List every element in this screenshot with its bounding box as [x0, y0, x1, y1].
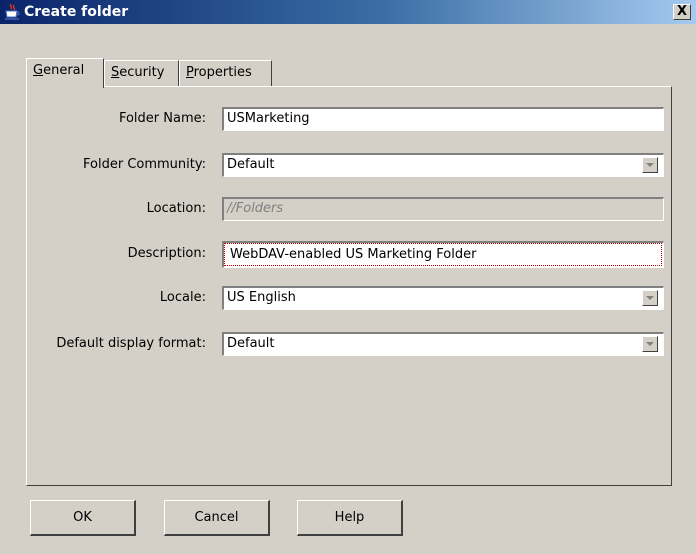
ok-button[interactable]: OK	[30, 500, 136, 536]
general-tab-panel	[26, 86, 672, 486]
help-button[interactable]: Help	[297, 500, 403, 536]
tab-properties-mnemonic: P	[186, 65, 194, 80]
close-icon: X	[676, 4, 688, 19]
title-bar[interactable]: Create folder X	[0, 0, 696, 24]
window-title: Create folder	[24, 4, 129, 20]
tab-general-label: eneral	[43, 63, 85, 78]
close-button[interactable]: X	[673, 4, 691, 20]
create-folder-dialog: Create folder X General Security Propert…	[0, 0, 696, 554]
java-cup-icon	[4, 3, 20, 21]
tab-properties[interactable]: Properties	[179, 60, 272, 86]
cancel-button[interactable]: Cancel	[164, 500, 270, 536]
tab-general[interactable]: General	[26, 58, 104, 88]
tab-properties-label: roperties	[193, 65, 252, 80]
tab-security-label: ecurity	[119, 65, 165, 80]
tab-security[interactable]: Security	[104, 60, 179, 86]
tab-general-mnemonic: G	[33, 63, 44, 78]
